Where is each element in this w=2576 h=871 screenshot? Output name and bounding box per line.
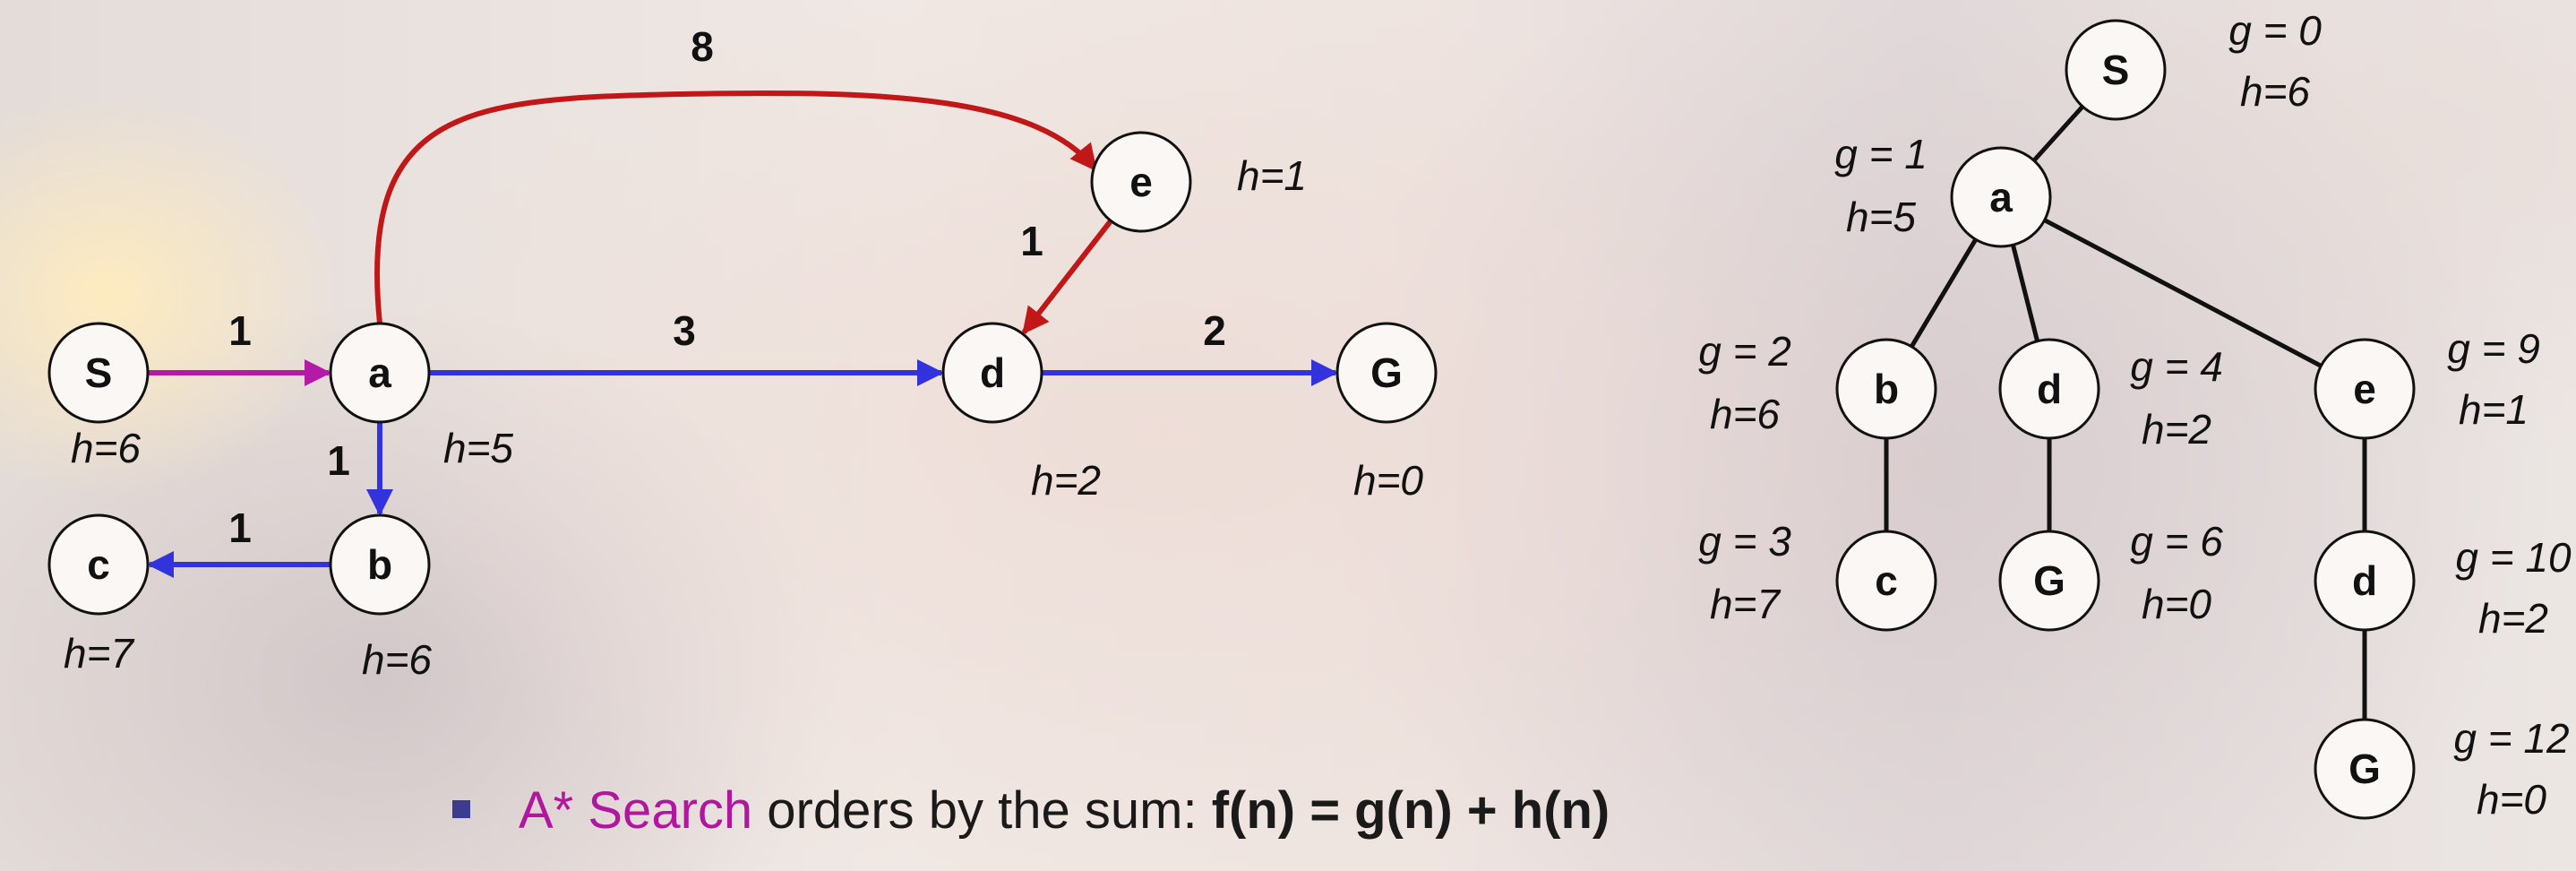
node-label: c: [87, 541, 110, 588]
node-label: d: [2037, 366, 2062, 412]
tree-node-t_c: c: [1835, 530, 1937, 632]
caption-text: orders by the sum:: [752, 781, 1212, 840]
heuristic-label-e: h=1: [1237, 152, 1307, 199]
graph-node-b: b: [329, 513, 431, 616]
h-value-label-t_G1: h=0: [2142, 581, 2211, 627]
tree-node-t_G2: G: [2314, 718, 2416, 820]
tree-node-t_d2: d: [2314, 530, 2416, 632]
caption-formula: f(n) = g(n) + h(n): [1211, 781, 1610, 840]
edge-weight-a-e: 8: [691, 23, 714, 70]
tree-edge-t_a-t_b: [1910, 237, 1978, 349]
g-value-label-t_a: g = 1: [1834, 131, 1928, 177]
tree-node-t_a: a: [1950, 146, 2052, 248]
heuristic-label-S: h=6: [71, 425, 141, 471]
edge-a-e: [374, 90, 1098, 324]
slide: 1 1 1 3 2 8 1 Sh=6 a h=5 b h=6 c h=7 d h=2 e h=1 Gh=0 Sg …: [0, 0, 2576, 871]
heuristic-label-d: h=2: [1031, 457, 1101, 504]
heuristic-label-c: h=7: [64, 630, 134, 677]
h-value-label-t_a: h=5: [1846, 194, 1916, 240]
graph-edges: 1 1 1 3 2 8 1: [147, 23, 1338, 578]
g-value-label-t_b: g = 2: [1698, 328, 1791, 375]
h-value-label-t_c: h=7: [1710, 581, 1781, 627]
edge-weight-d-G: 2: [1203, 307, 1226, 354]
edge-weight-e-d: 1: [1020, 218, 1043, 264]
node-label: b: [1874, 366, 1899, 412]
edge-weight-b-c: 1: [228, 504, 252, 551]
g-value-label-t_d2: g = 10: [2455, 534, 2572, 581]
graph-nodes: Sh=6 a h=5 b h=6 c h=7 d h=2 e h=1 Gh=0: [47, 131, 1438, 683]
heuristic-label-b: h=6: [362, 636, 432, 683]
h-value-label-t_d1: h=2: [2142, 406, 2211, 453]
caption-highlight: A* Search: [519, 781, 753, 840]
h-value-label-t_b: h=6: [1710, 391, 1780, 437]
h-value-label-t_d2: h=2: [2478, 595, 2548, 642]
tree-edge-t_S-t_a: [2031, 105, 2085, 162]
edge-weight-a-b: 1: [327, 437, 350, 484]
node-label: e: [2353, 366, 2376, 412]
node-label: e: [1129, 159, 1153, 205]
node-label: c: [1875, 557, 1898, 604]
tree-edge-t_a-t_d1: [2011, 244, 2039, 342]
tree-node-t_G1: G: [1998, 530, 2100, 632]
g-value-label-t_d1: g = 4: [2130, 343, 2223, 390]
node-label: d: [980, 349, 1005, 396]
caption: A* Search orders by the sum: f(n) = g(n)…: [452, 785, 1610, 837]
g-value-label-t_G1: g = 6: [2130, 518, 2223, 565]
graph-node-e: e: [1090, 131, 1192, 233]
node-label: G: [2348, 746, 2381, 792]
tree-node-t_d1: d: [1998, 338, 2100, 440]
h-value-label-t_e: h=1: [2459, 386, 2529, 433]
node-label: G: [2033, 557, 2065, 604]
g-value-label-t_S: g = 0: [2228, 7, 2322, 54]
graph-node-S: S: [47, 322, 150, 424]
graph-node-d: d: [941, 322, 1043, 424]
g-value-label-t_G2: g = 12: [2453, 715, 2569, 762]
g-value-label-t_c: g = 3: [1698, 518, 1791, 565]
node-label: G: [1370, 349, 1403, 396]
edge-weight-a-d: 3: [673, 307, 696, 354]
tree-node-t_b: b: [1835, 338, 1937, 440]
graph-node-c: c: [47, 513, 150, 616]
search-diagram: 1 1 1 3 2 8 1 Sh=6 a h=5 b h=6 c h=7 d h=2 e h=1 Gh=0 Sg …: [47, 7, 2572, 823]
node-label: S: [85, 349, 113, 396]
graph-node-a: a: [329, 322, 431, 424]
bullet-icon: [452, 799, 470, 818]
h-value-label-t_S: h=6: [2240, 68, 2310, 115]
tree-node-t_S: S: [2065, 19, 2167, 121]
tree-nodes: Sg = 0 h=6 a g = 1 h=5 b g = 2 h=6 d g = 4 h=2 e g =…: [1698, 7, 2572, 823]
node-label: a: [1989, 174, 2013, 220]
node-label: S: [2102, 47, 2130, 93]
h-value-label-t_G2: h=0: [2477, 776, 2546, 823]
heuristic-label-a: h=5: [443, 425, 513, 471]
tree-node-t_e: e: [2314, 338, 2416, 440]
heuristic-label-G: h=0: [1353, 457, 1423, 504]
node-label: a: [368, 349, 391, 396]
g-value-label-t_e: g = 9: [2447, 325, 2540, 372]
edge-weight-S-a: 1: [228, 307, 252, 354]
node-label: d: [2352, 557, 2377, 604]
graph-node-G: G: [1335, 322, 1438, 424]
node-label: b: [367, 541, 392, 588]
